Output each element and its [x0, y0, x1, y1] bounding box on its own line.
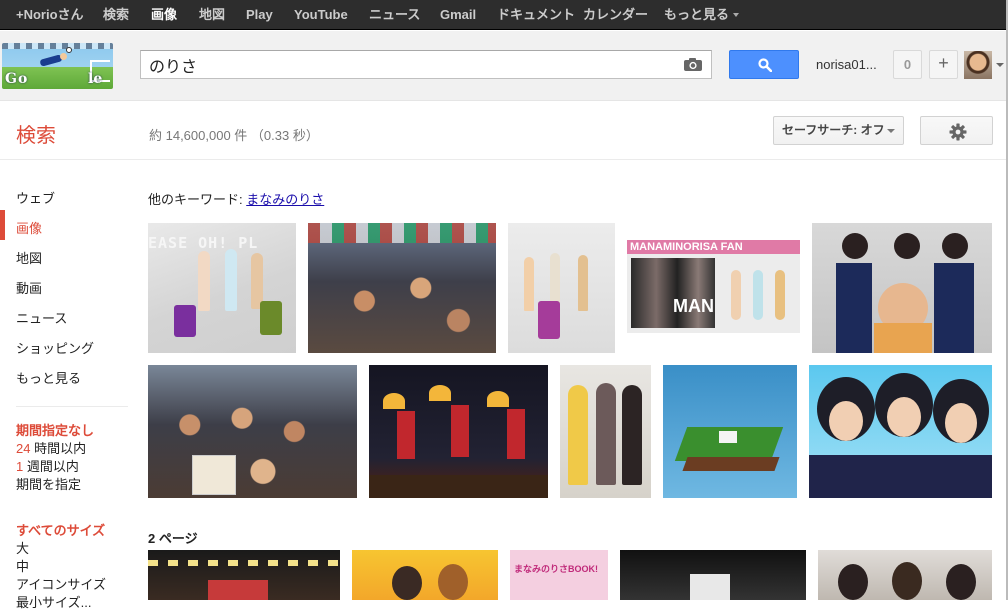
image-result[interactable] [818, 550, 992, 600]
account-name[interactable]: norisa01... [816, 57, 877, 72]
search-header: Go le norisa01... 0 + [0, 31, 1008, 101]
size-filter-large[interactable]: 大 [16, 538, 29, 557]
safesearch-label: セーフサーチ: オフ [782, 123, 885, 137]
search-box [140, 50, 712, 79]
size-filter-medium[interactable]: 中 [16, 556, 29, 575]
sidebar-divider [16, 406, 128, 407]
image-result[interactable] [809, 365, 992, 498]
nav-more[interactable]: もっと見る [16, 368, 81, 387]
related-searches: 他のキーワード: まなみのりさ [148, 189, 324, 208]
nav-videos[interactable]: 動画 [16, 278, 42, 297]
image-result[interactable]: MANAMINORISA FAN MAN [627, 240, 800, 333]
topbar-documents-link[interactable]: ドキュメント [497, 0, 575, 30]
topbar-youtube-link[interactable]: YouTube [294, 0, 348, 30]
page-separator-label: 2 ページ [148, 531, 198, 546]
search-icon [758, 58, 772, 72]
safesearch-dropdown[interactable]: セーフサーチ: オフ [773, 116, 904, 145]
image-result[interactable] [352, 550, 498, 600]
doodle-ball [66, 47, 72, 53]
topbar-gmail-link[interactable]: Gmail [440, 0, 476, 30]
avatar[interactable] [964, 51, 992, 79]
settings-button[interactable] [920, 116, 993, 145]
results-toolbar: 検索 約 14,600,000 件 （0.33 秒） セーフサーチ: オフ [0, 102, 1008, 160]
topbar-more-menu[interactable]: もっと見る [664, 0, 740, 30]
doodle-letters-left: Go [5, 71, 29, 87]
gear-icon [949, 123, 967, 141]
page-title: 検索 [16, 125, 56, 147]
time-filter-week[interactable]: 1 週間以内 [16, 456, 79, 475]
topbar-play-link[interactable]: Play [246, 0, 273, 30]
image-result[interactable] [812, 223, 992, 353]
result-stats: 約 14,600,000 件 （0.33 秒） [149, 128, 319, 143]
size-filter-icon[interactable]: アイコンサイズ [16, 574, 106, 593]
image-overlay-text: まなみのりさBOOK! [514, 564, 598, 574]
topbar-maps-link[interactable]: 地図 [199, 0, 225, 30]
image-result[interactable] [308, 223, 496, 353]
time-filter-24h[interactable]: 24 時間以内 [16, 438, 86, 457]
nav-images[interactable]: 画像 [16, 218, 42, 237]
size-filter-any[interactable]: すべてのサイズ [16, 520, 105, 539]
nav-news[interactable]: ニュース [16, 308, 67, 327]
topbar-more-label: もっと見る [664, 7, 730, 22]
related-prefix: 他のキーワード: [148, 192, 247, 207]
size-filter-min[interactable]: 最小サイズ... [16, 592, 91, 611]
nav-shopping[interactable]: ショッピング [16, 338, 94, 357]
doodle-player-head [60, 53, 67, 60]
topbar-calendar-link[interactable]: カレンダー [583, 0, 648, 30]
doodle-letters-right: le [88, 71, 103, 87]
share-plus-button[interactable]: + [929, 50, 958, 79]
topbar-images-link[interactable]: 画像 [151, 0, 177, 30]
nav-web[interactable]: ウェブ [16, 188, 55, 207]
top-navigation-bar: +Norioさん 検索 画像 地図 Play YouTube ニュース Gmai… [0, 0, 1008, 30]
active-nav-indicator [0, 210, 5, 240]
image-result[interactable]: まなみのりさBOOK! [510, 550, 608, 600]
notification-count[interactable]: 0 [893, 50, 922, 79]
image-result[interactable]: EASE OH! PL [148, 223, 296, 353]
chevron-down-icon [887, 129, 895, 133]
image-result[interactable] [508, 223, 615, 353]
soccer-doodle-logo[interactable]: Go le [2, 43, 113, 89]
time-filter-24h-number: 24 [16, 441, 31, 456]
image-result[interactable] [620, 550, 806, 600]
search-input[interactable] [149, 55, 669, 75]
image-result[interactable] [663, 365, 797, 498]
search-button[interactable] [729, 50, 799, 79]
time-filter-custom[interactable]: 期間を指定 [16, 474, 81, 493]
time-filter-24h-label: 時間以内 [30, 441, 87, 456]
time-filter-week-label: 週間以内 [23, 459, 79, 474]
related-search-link[interactable]: まなみのりさ [246, 192, 324, 207]
chevron-down-icon[interactable] [996, 63, 1004, 67]
image-overlay-text: MANAMINORISA FAN [627, 240, 800, 254]
image-result[interactable] [369, 365, 548, 498]
topbar-news-link[interactable]: ニュース [369, 0, 420, 30]
time-filter-any[interactable]: 期間指定なし [16, 420, 94, 439]
topbar-user-link[interactable]: +Norioさん [16, 0, 84, 30]
image-result[interactable] [148, 365, 357, 498]
image-result[interactable] [560, 365, 651, 498]
image-overlay-text: EASE OH! PL [148, 234, 259, 252]
chevron-down-icon [733, 13, 740, 17]
topbar-search-link[interactable]: 検索 [103, 0, 129, 30]
nav-maps[interactable]: 地図 [16, 248, 42, 267]
camera-icon[interactable] [684, 58, 702, 71]
image-result[interactable] [148, 550, 340, 600]
doodle-stands [2, 43, 113, 49]
